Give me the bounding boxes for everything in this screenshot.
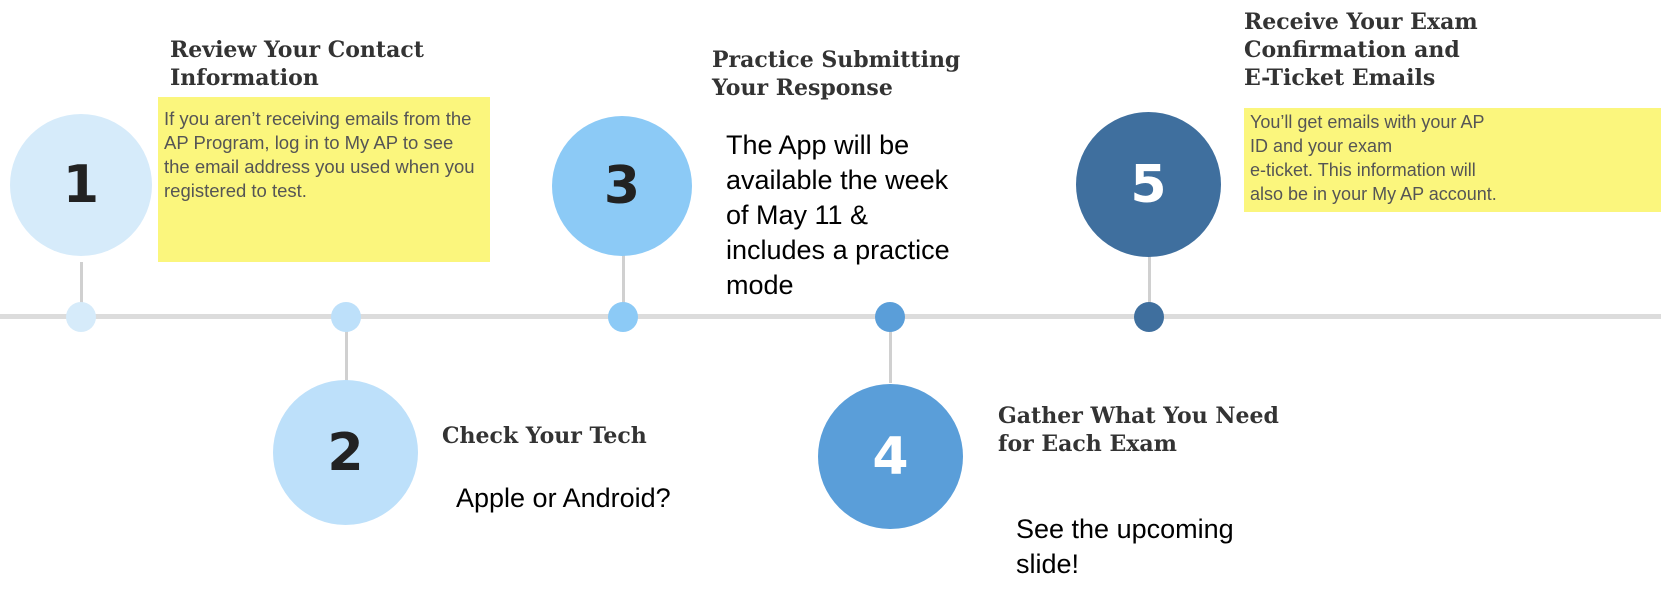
step-3-circle: 3 xyxy=(552,116,692,256)
step-3-title: Practice Submitting Your Response xyxy=(712,46,960,102)
step-1-title-line-1: Review Your Contact xyxy=(170,37,424,63)
timeline-line xyxy=(0,314,1661,319)
step-2-title: Check Your Tech xyxy=(442,422,647,450)
step-5-description-line-1: You’ll get emails with your AP xyxy=(1250,112,1485,132)
step-4-title: Gather What You Need for Each Exam xyxy=(998,402,1279,458)
step-4-note: See the upcoming slide! xyxy=(1016,512,1234,582)
step-4-circle: 4 xyxy=(818,384,963,529)
step-2-circle: 2 xyxy=(273,380,418,525)
step-5-title-line-1: Receive Your Exam xyxy=(1244,9,1478,35)
step-4-note-line-1: See the upcoming xyxy=(1016,514,1234,544)
step-2-note: Apple or Android? xyxy=(456,483,671,513)
step-1-circle: 1 xyxy=(10,114,152,256)
step-2-number: 2 xyxy=(327,422,364,483)
step-5-number: 5 xyxy=(1130,154,1167,215)
step-5-description: You’ll get emails with your AP ID and yo… xyxy=(1244,108,1661,212)
step-5-description-line-2: ID and your exam xyxy=(1250,136,1393,156)
step-3-note: The App will be available the week of Ma… xyxy=(726,128,950,303)
step-1-description: If you aren’t receiving emails from the … xyxy=(158,97,490,262)
step-1-number: 1 xyxy=(62,155,100,215)
step-2-title-line-1: Check Your Tech xyxy=(442,423,647,449)
step-3-note-line-4: includes a practice xyxy=(726,235,950,265)
step-4-number: 4 xyxy=(872,426,909,487)
step-5-title: Receive Your Exam Confirmation and E-Tic… xyxy=(1244,8,1478,92)
timeline-dot-1 xyxy=(66,302,96,332)
timeline-dot-2 xyxy=(331,302,361,332)
timeline-dot-3 xyxy=(608,302,638,332)
step-3-note-line-2: available the week xyxy=(726,165,949,195)
step-4-title-line-2: for Each Exam xyxy=(998,431,1177,457)
step-5-description-line-3: e-ticket. This information will xyxy=(1250,160,1476,180)
timeline-dot-4 xyxy=(875,302,905,332)
step-1-title: Review Your Contact Information xyxy=(170,36,424,92)
step-3-note-line-3: of May 11 & xyxy=(726,200,869,230)
step-5-description-line-4: also be in your My AP account. xyxy=(1250,184,1497,204)
step-3-note-line-5: mode xyxy=(726,270,794,300)
step-3-title-line-2: Your Response xyxy=(712,75,893,101)
step-3-title-line-1: Practice Submitting xyxy=(712,47,961,73)
timeline-dot-5 xyxy=(1134,302,1164,332)
step-4-title-line-1: Gather What You Need xyxy=(998,403,1279,429)
step-5-title-line-3: E-Ticket Emails xyxy=(1244,65,1436,91)
step-3-number: 3 xyxy=(603,156,641,216)
step-5-circle: 5 xyxy=(1076,112,1221,257)
step-4-note-line-2: slide! xyxy=(1016,549,1080,579)
step-1-title-line-2: Information xyxy=(170,65,319,91)
step-3-note-line-1: The App will be xyxy=(726,130,910,160)
step-5-title-line-2: Confirmation and xyxy=(1244,37,1460,63)
